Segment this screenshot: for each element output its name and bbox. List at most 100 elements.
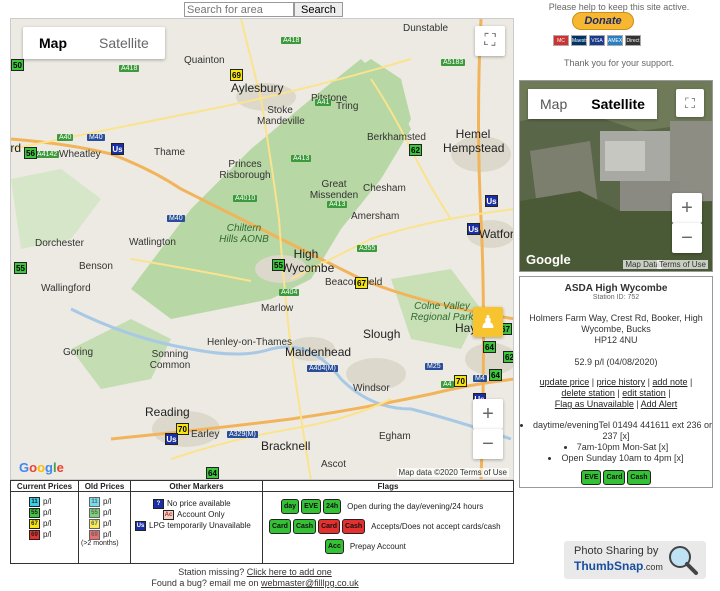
station-marker[interactable]: Us xyxy=(165,433,178,445)
flag-no-cash-icon: Cash xyxy=(342,518,366,534)
thumbsnap-line1: Photo Sharing by xyxy=(574,545,659,557)
station-marker[interactable]: 69 xyxy=(230,69,243,81)
road-label: A355 xyxy=(357,245,378,252)
road-label: M4 xyxy=(473,375,487,382)
add-alert-link[interactable]: Add Alert xyxy=(641,399,678,409)
place-label: Dunstable xyxy=(403,23,449,34)
flag-unavailable-link[interactable]: Flag as Unavailable xyxy=(555,399,634,409)
thumbsnap-badge[interactable]: Photo Sharing by ThumbSnap.com xyxy=(564,541,706,579)
legend-unit: p/l xyxy=(103,519,112,528)
map-legend: Current Prices 11 p/l 55 p/l 67 p/l 69 p/l O… xyxy=(10,480,514,564)
mini-map-type-satellite-button[interactable]: Satellite xyxy=(579,89,657,119)
payment-cards: MC Maestro VISA AMEX Direct xyxy=(553,35,641,46)
place-label: Watford xyxy=(479,227,514,241)
flag-prepay-icon: Acc xyxy=(325,538,344,554)
visa-icon: VISA xyxy=(589,35,605,46)
main-map[interactable]: Dunstable Quainton Aylesbury Pitstone St… xyxy=(10,18,514,480)
road-label: A4010 xyxy=(233,195,258,202)
map-type-satellite-button[interactable]: Satellite xyxy=(83,27,165,59)
donate-help-text: Please help to keep this site active. xyxy=(548,2,690,12)
station-marker[interactable]: 55 xyxy=(272,259,285,271)
place-label: Chiltern Hills AONB xyxy=(219,223,269,245)
add-note-link[interactable]: add note xyxy=(652,377,687,387)
legend-other-heading: Other Markers xyxy=(131,481,262,492)
place-label: Earley xyxy=(191,429,220,440)
station-name: ASDA High Wycombe xyxy=(564,283,668,294)
map-credit[interactable]: Map data ©2020 Terms of Use xyxy=(396,468,509,477)
station-marker[interactable]: 70 xyxy=(454,375,467,387)
lpg-unavailable-icon: Us xyxy=(135,520,146,531)
legend-marker: 11 xyxy=(29,496,40,507)
place-label: Tring xyxy=(336,101,359,112)
update-price-link[interactable]: update price xyxy=(540,377,590,387)
station-marker[interactable]: 64 xyxy=(483,341,496,353)
station-marker[interactable]: 64 xyxy=(206,467,219,479)
price-history-link[interactable]: price history xyxy=(597,377,646,387)
road-label: M25 xyxy=(425,363,443,370)
legend-unit: p/l xyxy=(43,508,52,517)
station-marker[interactable]: Us xyxy=(485,195,498,207)
legend-current-prices: Current Prices 11 p/l 55 p/l 67 p/l 69 p/l xyxy=(11,481,79,563)
mini-map-type-map-button[interactable]: Map xyxy=(528,89,579,119)
road-label: A413 xyxy=(291,155,312,162)
delete-station-link[interactable]: delete station xyxy=(561,388,615,398)
search-button[interactable]: Search xyxy=(294,2,343,17)
station-links: update price | price history | add note … xyxy=(539,377,693,409)
legend-unit: p/l xyxy=(103,497,112,506)
search-bar: Search xyxy=(184,2,343,17)
mini-zoom-out-button[interactable]: − xyxy=(672,223,702,253)
satellite-mini-map[interactable]: Map Satellite ⛶ + − Google Map Data Term… xyxy=(519,80,713,272)
station-marker[interactable]: 64 xyxy=(489,369,502,381)
station-id: Station ID: 752 xyxy=(592,294,640,301)
place-label: Benson xyxy=(79,261,113,272)
map-type-toggle: Map Satellite xyxy=(23,27,165,59)
fullscreen-icon[interactable]: ⛶ xyxy=(475,26,505,56)
legend-flag-prepay: Prepay Account xyxy=(349,541,406,551)
flag-card-icon: Card xyxy=(603,470,626,485)
hours-item: daytime/eveningTel 01494 441611 ext 236 … xyxy=(520,420,712,442)
mini-terms[interactable]: Terms of Use xyxy=(656,260,708,269)
thumbsnap-brand: ThumbSnap.com xyxy=(574,559,663,573)
station-marker[interactable]: 62 xyxy=(503,351,513,363)
road-label: A404 xyxy=(279,289,300,296)
station-marker[interactable]: 56 xyxy=(24,147,37,159)
mastercard-icon: MC xyxy=(553,35,569,46)
missing-text: Station missing? xyxy=(178,567,245,577)
donate-button[interactable]: Donate xyxy=(572,12,634,30)
legend-current-heading: Current Prices xyxy=(11,481,78,492)
place-label: Amersham xyxy=(351,211,400,222)
mini-zoom-in-button[interactable]: + xyxy=(672,193,702,223)
area-search-input[interactable] xyxy=(184,2,294,17)
place-label: Ascot xyxy=(321,459,347,470)
place-label: Chesham xyxy=(363,183,406,194)
legend-no-price: No price available xyxy=(167,499,231,508)
zoom-in-button[interactable]: + xyxy=(473,399,503,429)
station-address: Holmers Farm Way, Crest Rd, Booker, High… xyxy=(529,313,703,334)
zoom-out-button[interactable]: − xyxy=(473,429,503,459)
station-marker[interactable]: Us xyxy=(467,223,480,235)
webmaster-email-link[interactable]: webmaster@filllpg.co.uk xyxy=(261,578,359,588)
station-marker[interactable]: 55 xyxy=(14,262,27,274)
station-marker[interactable]: 62 xyxy=(409,144,422,156)
station-marker[interactable]: Us xyxy=(111,143,124,155)
no-price-marker-icon: ? xyxy=(153,498,164,509)
station-marker[interactable]: 67 xyxy=(355,277,368,289)
google-logo: Google xyxy=(19,460,64,475)
pegman-icon[interactable]: ♟ xyxy=(473,307,503,337)
place-label: Slough xyxy=(363,327,401,341)
road-label: A413 xyxy=(327,201,348,208)
add-station-link[interactable]: Click here to add one xyxy=(247,567,332,577)
map-type-map-button[interactable]: Map xyxy=(23,27,83,59)
road-label: A329(M) xyxy=(227,431,258,438)
legend-marker: 55 xyxy=(29,507,40,518)
place-label: Hemel Hempstead xyxy=(443,127,505,155)
edit-station-link[interactable]: edit station xyxy=(622,388,666,398)
legend-lpg-unavailable: LPG temporarily Unavailable xyxy=(149,521,251,530)
flag-no-card-icon: Card xyxy=(318,518,341,534)
station-marker[interactable]: 50 xyxy=(11,59,24,71)
mini-fullscreen-icon[interactable]: ⛶ xyxy=(676,89,704,117)
station-info-panel: ASDA High Wycombe Station ID: 752 Holmer… xyxy=(519,276,713,488)
opening-hours: daytime/eveningTel 01494 441611 ext 236 … xyxy=(520,420,712,464)
place-label: Marlow xyxy=(261,303,294,314)
page-footer: Station missing? Click here to add one F… xyxy=(130,567,380,589)
